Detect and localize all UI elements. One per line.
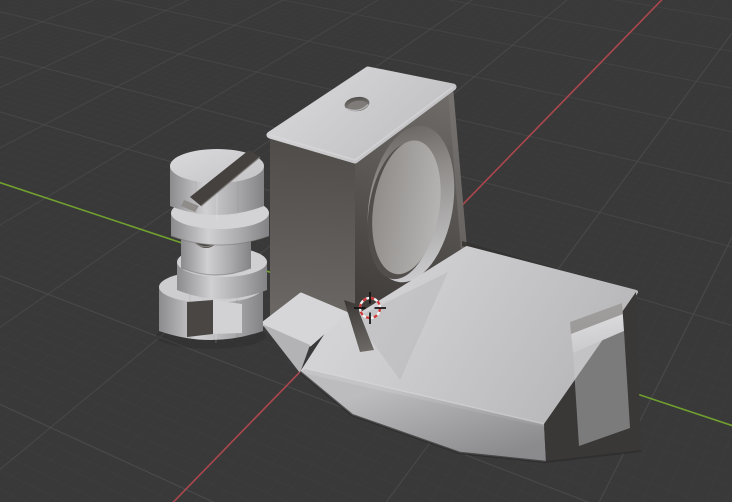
- 3d-cursor-glyph: [354, 292, 386, 324]
- 3d-viewport[interactable]: [0, 0, 732, 502]
- 3d-cursor: [354, 292, 386, 324]
